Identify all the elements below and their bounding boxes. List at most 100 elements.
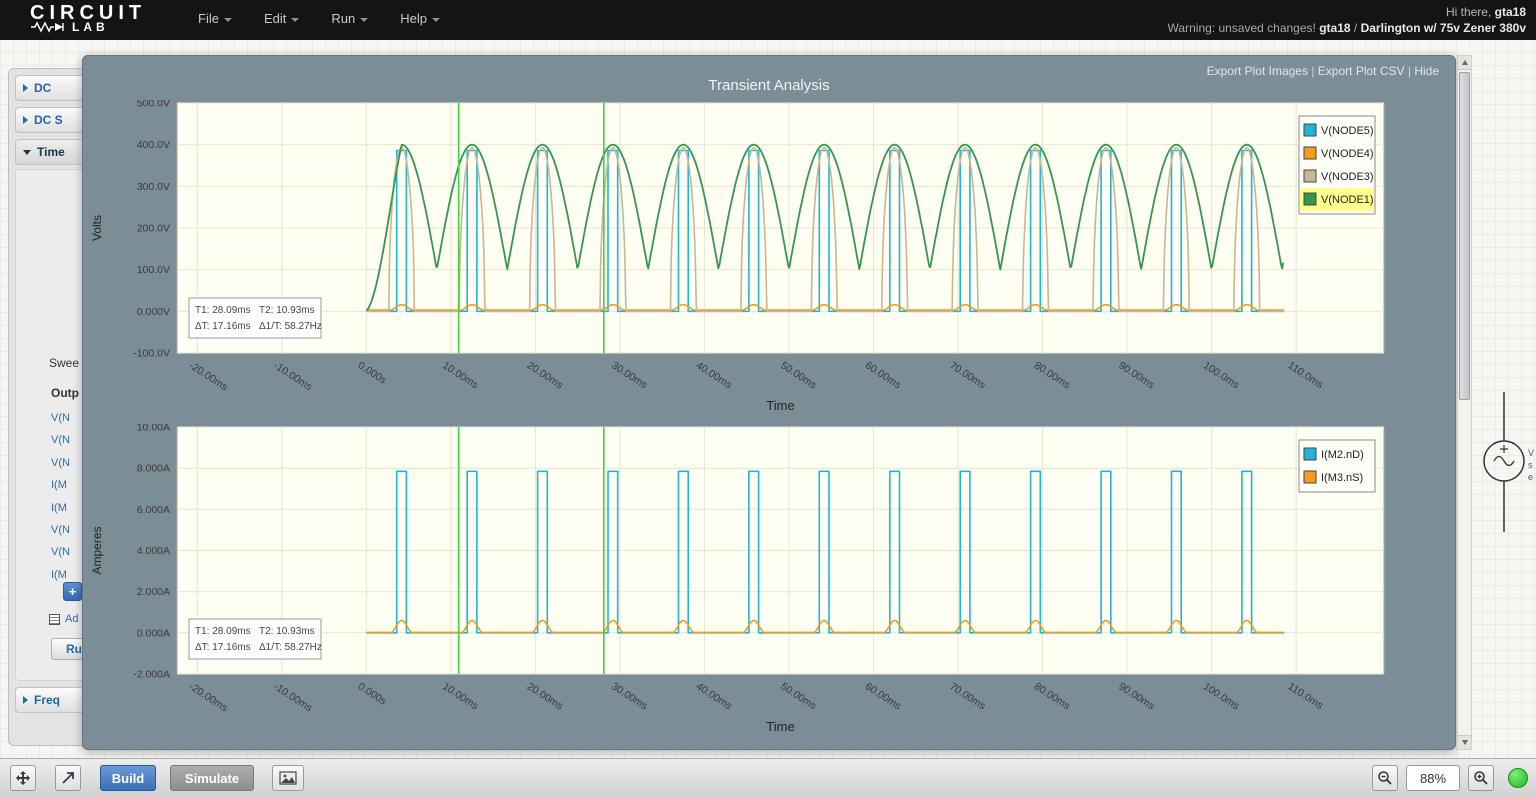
scroll-down-button[interactable] <box>1458 735 1471 749</box>
app-header: CIRCUIT LAB File Edit Run Help Hi there,… <box>0 0 1536 40</box>
x-tick-label: 90.00ms <box>1116 680 1156 712</box>
x-tick-label: 90.00ms <box>1116 359 1156 391</box>
output-expression[interactable]: V(N <box>51 457 70 469</box>
legend-label[interactable]: V(NODE4) <box>1321 148 1374 160</box>
output-expression[interactable]: V(N <box>51 434 70 446</box>
volts-chart[interactable]: 500.0V 400.0V 300.0V 200.0V 100.0V 0.000V -100… <box>91 100 1421 422</box>
scroll-up-button[interactable] <box>1458 56 1471 70</box>
triangle-down-icon <box>1461 740 1468 745</box>
output-expression[interactable]: V(N <box>51 546 70 558</box>
x-axis-label: Time <box>766 398 794 413</box>
export-plot-images-link[interactable]: Export Plot Images <box>1207 64 1308 78</box>
y-tick-label: 0.000A <box>137 627 170 639</box>
circuitlab-logo[interactable]: CIRCUIT LAB <box>30 3 146 34</box>
project-title-link[interactable]: Darlington w/ 75v Zener 380v <box>1361 21 1526 35</box>
plot-actions: Export Plot Images | Export Plot CSV | H… <box>1206 64 1439 78</box>
legend-label[interactable]: V(NODE5) <box>1321 125 1374 137</box>
chevron-down-icon <box>431 17 440 22</box>
legend-label[interactable]: V(NODE1) <box>1321 194 1374 206</box>
menu-file[interactable]: File <box>198 11 232 26</box>
x-tick-label: 100.0ms <box>1201 359 1241 391</box>
add-output-button[interactable]: + <box>63 582 82 601</box>
output-expression[interactable]: V(N <box>51 412 70 424</box>
y-tick-label: 300.0V <box>137 181 170 193</box>
amperes-chart[interactable]: 10.00A 8.000A 6.000A 4.000A 2.000A 0.000A -2.0… <box>91 424 1421 740</box>
scrollbar-thumb[interactable] <box>1459 72 1470 400</box>
advanced-list-icon <box>49 614 60 625</box>
y-tick-label: -2.000A <box>133 669 170 681</box>
move-icon <box>16 771 30 785</box>
x-tick-label: 40.00ms <box>694 680 734 712</box>
menu-help[interactable]: Help <box>400 11 440 26</box>
legend-swatch[interactable] <box>1303 146 1317 160</box>
x-tick-label: 10.00ms <box>440 680 480 712</box>
output-expression[interactable]: V(N <box>51 524 70 536</box>
greeting: Hi there, gta18 <box>1445 5 1526 19</box>
export-plot-csv-link[interactable]: Export Plot CSV <box>1318 64 1405 78</box>
legend-label[interactable]: I(M3.nS) <box>1321 472 1363 484</box>
legend-swatch[interactable] <box>1303 169 1317 183</box>
screenshot-button[interactable] <box>272 765 304 791</box>
pan-tool-button[interactable] <box>10 765 36 791</box>
build-mode-button[interactable]: Build <box>100 765 156 791</box>
x-tick-label: 50.00ms <box>778 680 818 712</box>
legend-label[interactable]: V(NODE3) <box>1321 171 1374 183</box>
x-tick-label: 30.00ms <box>609 359 649 391</box>
x-tick-label: 0.000s <box>356 359 389 386</box>
menu-edit[interactable]: Edit <box>264 11 300 26</box>
zoom-out-button[interactable] <box>1372 765 1398 791</box>
zoom-in-button[interactable] <box>1468 765 1494 791</box>
x-tick-label: 110.0ms <box>1285 359 1325 391</box>
output-expression[interactable]: I(M <box>51 479 67 491</box>
x-tick-label: 0.000s <box>356 680 389 707</box>
x-tick-label: -10.00ms <box>271 680 314 714</box>
user-breadcrumb-link[interactable]: gta18 <box>1319 21 1350 35</box>
cursor-readout-text: Δ1/T: 58.27Hz <box>259 642 322 653</box>
y-tick-label: 8.000A <box>137 463 170 475</box>
legend-label[interactable]: I(M2.nD) <box>1321 449 1364 461</box>
username-link[interactable]: gta18 <box>1495 5 1526 19</box>
x-tick-label: 50.00ms <box>778 359 818 391</box>
x-tick-label: 70.00ms <box>947 359 987 391</box>
advanced-link[interactable]: Ad <box>65 613 78 625</box>
legend-swatch[interactable] <box>1303 123 1317 137</box>
y-tick-label: 10.00A <box>137 424 170 434</box>
y-tick-label: 200.0V <box>137 223 170 235</box>
sine-glyph-icon <box>1493 455 1515 467</box>
y-tick-label: 0.000V <box>137 306 170 318</box>
chevron-down-icon <box>360 17 369 22</box>
chevron-down-icon <box>291 17 300 22</box>
y-axis-label: Volts <box>91 215 104 241</box>
component-label: V <box>1528 448 1534 458</box>
hide-plot-link[interactable]: Hide <box>1414 64 1439 78</box>
sweep-label: Swee <box>49 356 80 370</box>
x-tick-label: 80.00ms <box>1032 680 1072 712</box>
x-tick-label: 30.00ms <box>609 680 649 712</box>
resistor-icon <box>31 21 64 33</box>
menu-run[interactable]: Run <box>331 11 369 26</box>
bottom-toolbar: Build Simulate 88% <box>0 758 1536 797</box>
vertical-scrollbar[interactable] <box>1457 55 1472 750</box>
output-expression[interactable]: I(M <box>51 569 67 581</box>
x-tick-label: -10.00ms <box>271 359 314 393</box>
chevron-right-icon <box>23 696 28 704</box>
cursor-readout-text: ΔT: 17.16ms <box>195 321 251 332</box>
x-tick-label: 40.00ms <box>694 359 734 391</box>
schematic-fragment[interactable]: V s e <box>1477 40 1536 758</box>
menu-bar: File Edit Run Help <box>198 11 440 26</box>
pointer-tool-button[interactable] <box>55 765 81 791</box>
output-expression[interactable]: I(M <box>51 502 67 514</box>
zoom-level-display[interactable]: 88% <box>1406 765 1460 791</box>
cursor-readout-text: Δ1/T: 58.27Hz <box>259 321 322 332</box>
simulate-mode-button[interactable]: Simulate <box>170 765 254 791</box>
y-tick-label: 100.0V <box>137 264 170 276</box>
connection-status-indicator <box>1508 768 1528 788</box>
component-label: e <box>1528 472 1533 482</box>
x-tick-label: -20.00ms <box>187 680 230 714</box>
legend-swatch[interactable] <box>1303 192 1317 206</box>
magnifier-plus-icon <box>1474 771 1488 785</box>
y-tick-label: 4.000A <box>137 545 170 557</box>
legend-swatch[interactable] <box>1303 470 1317 484</box>
legend-swatch[interactable] <box>1303 447 1317 461</box>
logo-text-lab: LAB <box>72 20 109 34</box>
